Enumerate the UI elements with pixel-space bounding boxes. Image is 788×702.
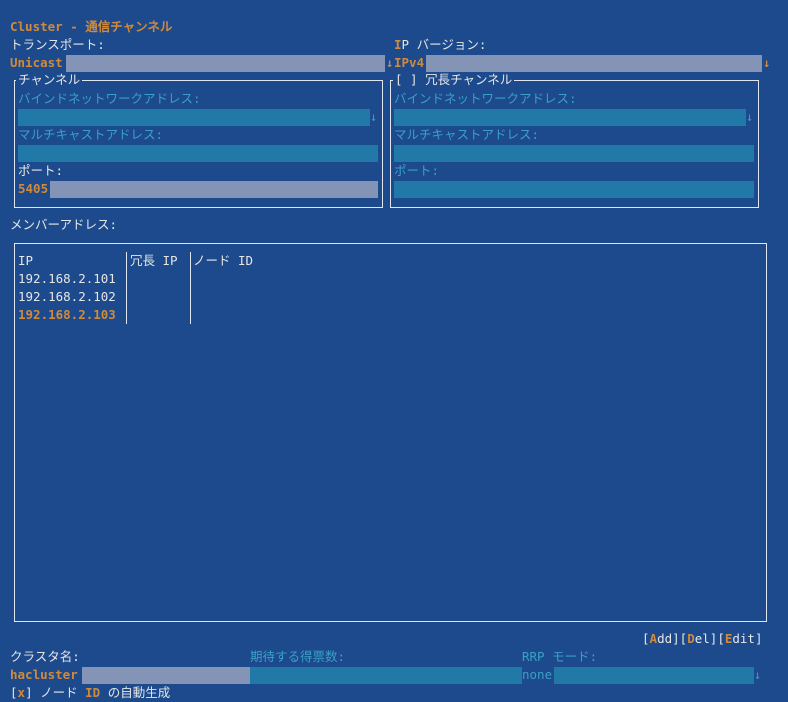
port-value[interactable]: 5405 <box>18 180 48 198</box>
column-divider <box>126 252 127 324</box>
ip-version-select[interactable] <box>426 55 762 72</box>
rrp-mode-label: RRP モード: <box>522 649 598 664</box>
expected-votes-field[interactable] <box>250 667 522 684</box>
column-header-node-id[interactable]: ノード ID <box>193 252 253 270</box>
ip-version-label: IP バージョン: <box>394 37 487 52</box>
redundant-channel-title[interactable]: [ ] 冗長チャンネル <box>393 72 515 88</box>
column-divider <box>190 252 191 324</box>
redundant-multicast-field[interactable] <box>394 145 754 162</box>
transport-label: トランスポート: <box>10 37 105 52</box>
port-label: ポート: <box>18 163 64 178</box>
multicast-address-field[interactable] <box>18 145 378 162</box>
redundant-port-field[interactable] <box>394 181 754 198</box>
bind-address-label: バインドネットワークアドレス: <box>18 91 201 106</box>
window-title: Cluster - 通信チャンネル <box>10 19 173 34</box>
chevron-down-icon[interactable]: ↓ <box>754 666 761 684</box>
member-address-label: メンバーアドレス: <box>10 217 118 232</box>
cluster-name-field[interactable] <box>82 667 250 684</box>
rrp-mode-select[interactable] <box>554 667 754 684</box>
add-button[interactable]: [Add] <box>642 631 680 646</box>
rrp-mode-value[interactable]: none <box>522 666 552 684</box>
column-header-ip[interactable]: IP <box>18 252 33 270</box>
chevron-down-icon[interactable]: ↓ <box>386 54 393 72</box>
table-row-selected[interactable]: 192.168.2.103 <box>18 306 116 324</box>
expected-votes-label: 期待する得票数: <box>250 649 346 664</box>
column-header-redundant-ip[interactable]: 冗長 IP <box>130 252 178 270</box>
table-buttons: [Add][Del][Edit] <box>642 630 762 648</box>
table-row[interactable]: 192.168.2.101 <box>18 270 116 288</box>
redundant-multicast-label: マルチキャストアドレス: <box>394 127 540 142</box>
del-button[interactable]: [Del] <box>680 631 718 646</box>
port-field[interactable] <box>50 181 378 198</box>
table-row[interactable]: 192.168.2.102 <box>18 288 116 306</box>
redundant-checkbox[interactable]: [ ] <box>395 72 418 87</box>
channel-frame-title: チャンネル <box>16 72 83 88</box>
redundant-bind-address-label: バインドネットワークアドレス: <box>394 91 577 106</box>
transport-value[interactable]: Unicast <box>10 54 63 72</box>
redundant-port-label: ポート: <box>394 163 440 178</box>
bind-address-select[interactable] <box>18 109 370 126</box>
edit-button[interactable]: [Edit] <box>717 631 762 646</box>
redundant-bind-address-select[interactable] <box>394 109 746 126</box>
cluster-name-label: クラスタ名: <box>10 649 80 664</box>
chevron-down-icon[interactable]: ↓ <box>370 108 377 126</box>
cluster-name-value[interactable]: hacluster <box>10 666 78 684</box>
multicast-address-label: マルチキャストアドレス: <box>18 127 164 142</box>
ip-version-value[interactable]: IPv4 <box>394 54 424 72</box>
chevron-down-icon[interactable]: ↓ <box>746 108 753 126</box>
chevron-down-icon[interactable]: ↓ <box>763 54 770 72</box>
transport-select[interactable] <box>66 55 385 72</box>
auto-node-id-checkbox[interactable]: [x] ノード ID の自動生成 <box>10 684 170 702</box>
